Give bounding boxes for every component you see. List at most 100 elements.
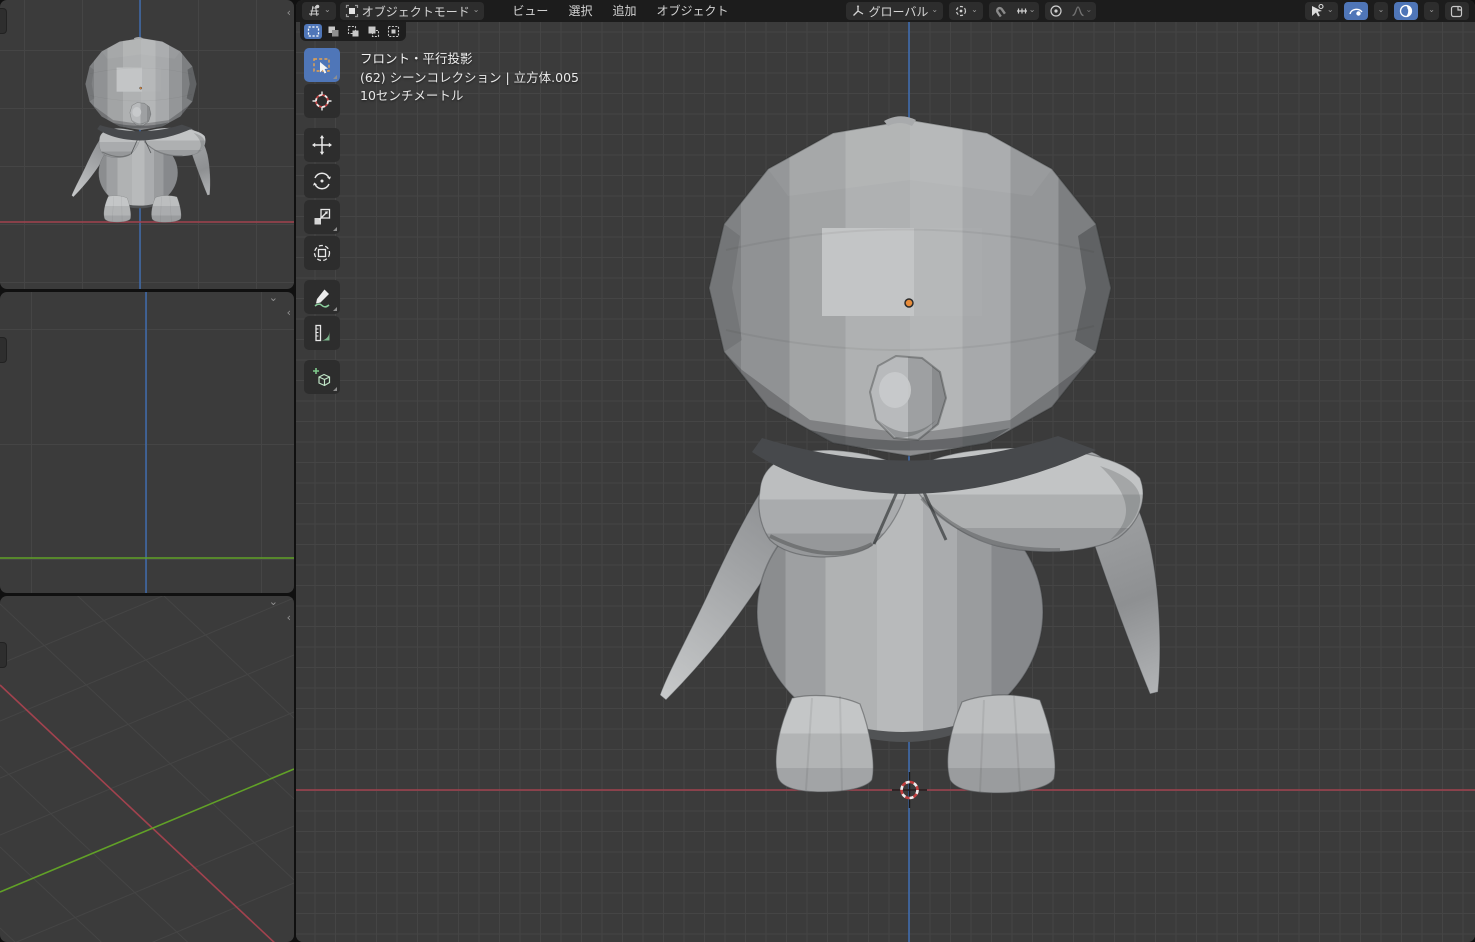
chevron-down-icon: ⌄ [1327, 6, 1334, 14]
viewport-perspective-canvas [0, 596, 294, 942]
blender-window: ‹ ⌄ ‹ [0, 0, 1475, 942]
cursor-3d [892, 772, 927, 808]
select-intersect-icon [387, 25, 400, 38]
viewport-toggles: ⌄ ⌄ [1305, 2, 1469, 20]
select-mode-subtract[interactable] [344, 24, 362, 39]
move-icon [311, 134, 333, 156]
main-3d-viewport-area: ⌄ オブジェクトモード ⌄ ビュー 選択 追加 オブジェクト [296, 0, 1475, 942]
chevron-down-icon: ⌄ [1029, 6, 1036, 14]
transform-icon [311, 242, 333, 264]
select-set-icon [307, 25, 320, 38]
mode-selector[interactable]: オブジェクトモード ⌄ [340, 2, 485, 20]
snap-increment-icon [1015, 4, 1029, 18]
pivot-point-button[interactable]: ⌄ [949, 2, 983, 20]
show-overlays-dropdown[interactable]: ⌄ [1374, 2, 1389, 20]
tool-rotate[interactable] [304, 164, 340, 198]
tool-annotate[interactable] [304, 280, 340, 314]
show-overlays-icon [1348, 3, 1364, 19]
editor-type-button[interactable]: ⌄ [302, 2, 336, 20]
mode-label: オブジェクトモード [362, 3, 470, 20]
select-mode-settings [300, 22, 406, 41]
sidebar-toggle-chevron[interactable]: ‹ [287, 612, 291, 623]
show-overlays-button[interactable] [1344, 2, 1368, 20]
scale-icon [311, 206, 333, 228]
select-mode-set[interactable] [304, 24, 322, 39]
show-gizmos-icon [1309, 3, 1325, 19]
sidebar-toggle-chevron[interactable]: ‹ [287, 307, 291, 318]
falloff-selector[interactable]: ⌄ [1067, 2, 1096, 20]
chevron-down-icon: ⌄ [1085, 6, 1092, 14]
transform-controls: グローバル ⌄ ⌄ [846, 2, 1096, 20]
tool-move[interactable] [304, 128, 340, 162]
chevron-down-icon: ⌄ [324, 6, 331, 14]
select-mode-invert[interactable] [364, 24, 382, 39]
chevron-down-icon: ⌄ [971, 6, 978, 14]
viewport-canvas[interactable]: フロント・平行投影 (62) シーンコレクション | 立方体.005 10センチ… [296, 22, 1475, 942]
menu-select[interactable]: 選択 [558, 0, 602, 22]
viewport-perspective[interactable]: ⌄ ‹ [0, 596, 294, 942]
viewport-front[interactable]: ‹ [0, 0, 294, 289]
viewport-side[interactable]: ⌄ ‹ [0, 292, 294, 593]
cursor-tool-icon [311, 90, 333, 112]
viewport-scene [296, 22, 1475, 942]
annotate-icon [311, 286, 333, 308]
toolbar-toggle-tab[interactable] [0, 337, 7, 363]
menu-add[interactable]: 追加 [602, 0, 646, 22]
viewport-shading-button[interactable] [1394, 2, 1418, 20]
toolbar-toggle-tab[interactable] [0, 642, 7, 668]
select-mode-intersect[interactable] [384, 24, 402, 39]
transform-orientation-button[interactable]: グローバル ⌄ [846, 2, 943, 20]
viewport-shading-dropdown[interactable]: ⌄ [1424, 2, 1439, 20]
tool-measure[interactable] [304, 316, 340, 350]
header-toggle-chevron[interactable]: ⌄ [269, 292, 278, 303]
viewport-front-canvas [0, 0, 294, 289]
tool-select-box[interactable] [304, 48, 340, 82]
snapping-group: ⌄ [989, 2, 1040, 20]
select-box-icon [311, 54, 333, 76]
orientation-global-icon [851, 4, 865, 18]
viewport-info-text: フロント・平行投影 (62) シーンコレクション | 立方体.005 10センチ… [360, 50, 579, 106]
select-mode-extend[interactable] [324, 24, 342, 39]
proportional-editing-group: ⌄ [1045, 2, 1096, 20]
show-gizmos-button[interactable]: ⌄ [1305, 2, 1338, 20]
chevron-down-icon: ⌄ [1428, 6, 1435, 14]
menu-object[interactable]: オブジェクト [646, 0, 738, 22]
snap-target-button[interactable]: ⌄ [1011, 2, 1040, 20]
orientation-label: グローバル [868, 3, 928, 20]
tool-add-cube[interactable] [304, 360, 340, 394]
shading-solid-icon [1449, 3, 1465, 19]
rotate-icon [311, 170, 333, 192]
perspective-grid [0, 596, 294, 942]
select-subtract-icon [347, 25, 360, 38]
editor-3d-viewport-icon [307, 4, 321, 18]
view-name-label: フロント・平行投影 [360, 50, 579, 69]
menu-view[interactable]: ビュー [502, 0, 558, 22]
viewport-shading-icon [1398, 3, 1414, 19]
grid-scale-label: 10センチメートル [360, 87, 579, 106]
select-invert-icon [367, 25, 380, 38]
tool-transform[interactable] [304, 236, 340, 270]
sidebar-toggle-chevron[interactable]: ‹ [287, 7, 291, 18]
tool-scale[interactable] [304, 200, 340, 234]
viewport-header: ⌄ オブジェクトモード ⌄ ビュー 選択 追加 オブジェクト [296, 0, 1475, 22]
select-extend-icon [327, 25, 340, 38]
tool-shelf [304, 48, 340, 394]
active-object-label: (62) シーンコレクション | 立方体.005 [360, 69, 579, 88]
header-toggle-chevron[interactable]: ⌄ [269, 596, 278, 607]
pivot-point-icon [954, 4, 968, 18]
snap-toggle-button[interactable] [989, 2, 1011, 20]
chevron-down-icon: ⌄ [931, 6, 938, 14]
snap-magnet-icon [993, 4, 1007, 18]
left-viewport-column: ‹ ⌄ ‹ [0, 0, 294, 942]
proportional-editing-icon [1049, 4, 1063, 18]
proportional-edit-toggle[interactable] [1045, 2, 1067, 20]
measure-icon [311, 322, 333, 344]
object-mode-icon [345, 4, 359, 18]
chevron-down-icon: ⌄ [473, 6, 480, 14]
toolbar-toggle-tab[interactable] [0, 8, 7, 34]
y-axis-line [0, 769, 294, 892]
menu-bar: ビュー 選択 追加 オブジェクト [502, 0, 738, 22]
tool-cursor[interactable] [304, 84, 340, 118]
shading-solid-button[interactable] [1445, 2, 1469, 20]
chevron-down-icon: ⌄ [1378, 6, 1385, 14]
